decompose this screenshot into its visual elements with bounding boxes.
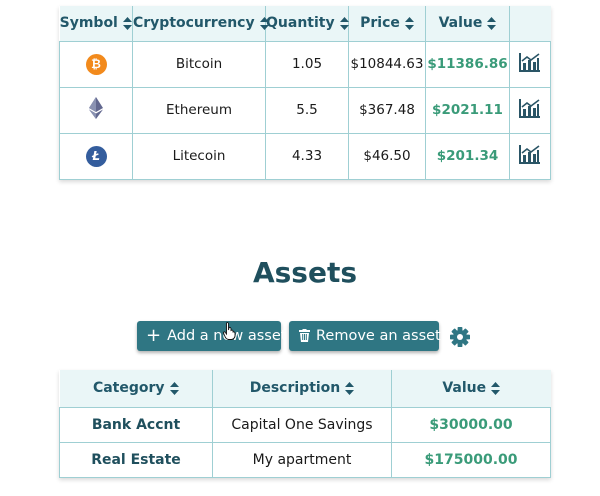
- sort-icon[interactable]: [345, 381, 355, 395]
- remove-asset-label: Remove an asset: [316, 328, 441, 344]
- table-row: Ł Litecoin 4.33 $46.50 $201.34: [59, 132, 551, 180]
- holding-value: $2021.11: [425, 86, 510, 134]
- trash-icon: [299, 329, 310, 342]
- chart-icon[interactable]: [519, 52, 541, 72]
- chart-column-header: [509, 6, 551, 42]
- assets-title: Assets: [252, 256, 358, 289]
- quantity-value: 5.5: [265, 86, 349, 134]
- add-asset-button[interactable]: +Add a new asset: [137, 321, 286, 351]
- table-row: Bank Accnt Capital One Savings $30000.00: [59, 406, 551, 443]
- sort-icon[interactable]: [404, 16, 414, 30]
- sort-icon[interactable]: [339, 16, 349, 30]
- description-column-header[interactable]: Description: [212, 370, 392, 408]
- sort-icon[interactable]: [487, 16, 497, 30]
- price-value: $367.48: [348, 86, 426, 134]
- asset-value: $30000.00: [391, 406, 551, 443]
- chart-cell[interactable]: [509, 86, 551, 134]
- cryptocurrency-name: Bitcoin: [132, 40, 266, 88]
- chart-cell[interactable]: [509, 40, 551, 88]
- symbol-cell: Ł: [59, 132, 133, 180]
- quantity-value: 1.05: [265, 40, 349, 88]
- symbol-column-header[interactable]: Symbol: [59, 6, 133, 42]
- price-column-header[interactable]: Price: [348, 6, 426, 42]
- gear-icon[interactable]: [450, 327, 470, 347]
- holding-value: $11386.86: [425, 40, 510, 88]
- table-row: Ethereum 5.5 $367.48 $2021.11: [59, 86, 551, 134]
- assets-table: Category Description Value Bank Accnt Ca…: [59, 370, 551, 478]
- sort-icon[interactable]: [491, 381, 501, 395]
- bitcoin-icon: ₿: [85, 53, 107, 75]
- asset-category: Real Estate: [59, 441, 213, 478]
- value-column-header[interactable]: Value: [391, 370, 551, 408]
- quantity-value: 4.33: [265, 132, 349, 180]
- table-row: Real Estate My apartment $175000.00: [59, 441, 551, 478]
- sort-icon[interactable]: [169, 381, 179, 395]
- chart-icon[interactable]: [519, 98, 541, 118]
- crypto-table: Symbol Cryptocurrency Quantity Price Val…: [59, 6, 551, 180]
- ethereum-icon: [89, 97, 103, 119]
- table-row: ₿ Bitcoin 1.05 $10844.63 $11386.86: [59, 40, 551, 88]
- cryptocurrency-name: Litecoin: [132, 132, 266, 180]
- asset-description: My apartment: [212, 441, 392, 478]
- holding-value: $201.34: [425, 132, 510, 180]
- category-column-header[interactable]: Category: [59, 370, 213, 408]
- asset-description: Capital One Savings: [212, 406, 392, 443]
- litecoin-icon: Ł: [85, 145, 107, 167]
- sort-icon[interactable]: [122, 16, 132, 30]
- price-value: $46.50: [348, 132, 426, 180]
- asset-category: Bank Accnt: [59, 406, 213, 443]
- symbol-cell: ₿: [59, 40, 133, 88]
- quantity-column-header[interactable]: Quantity: [265, 6, 349, 42]
- cryptocurrency-column-header[interactable]: Cryptocurrency: [132, 6, 269, 42]
- value-column-header[interactable]: Value: [425, 6, 510, 42]
- plus-icon: +: [146, 325, 162, 346]
- symbol-cell: [59, 86, 133, 134]
- hand-cursor-icon: [223, 322, 236, 340]
- chart-cell[interactable]: [509, 132, 551, 180]
- remove-asset-button[interactable]: Remove an asset: [289, 321, 441, 351]
- cryptocurrency-name: Ethereum: [132, 86, 266, 134]
- asset-value: $175000.00: [391, 441, 551, 478]
- chart-icon[interactable]: [519, 144, 541, 164]
- price-value: $10844.63: [348, 40, 426, 88]
